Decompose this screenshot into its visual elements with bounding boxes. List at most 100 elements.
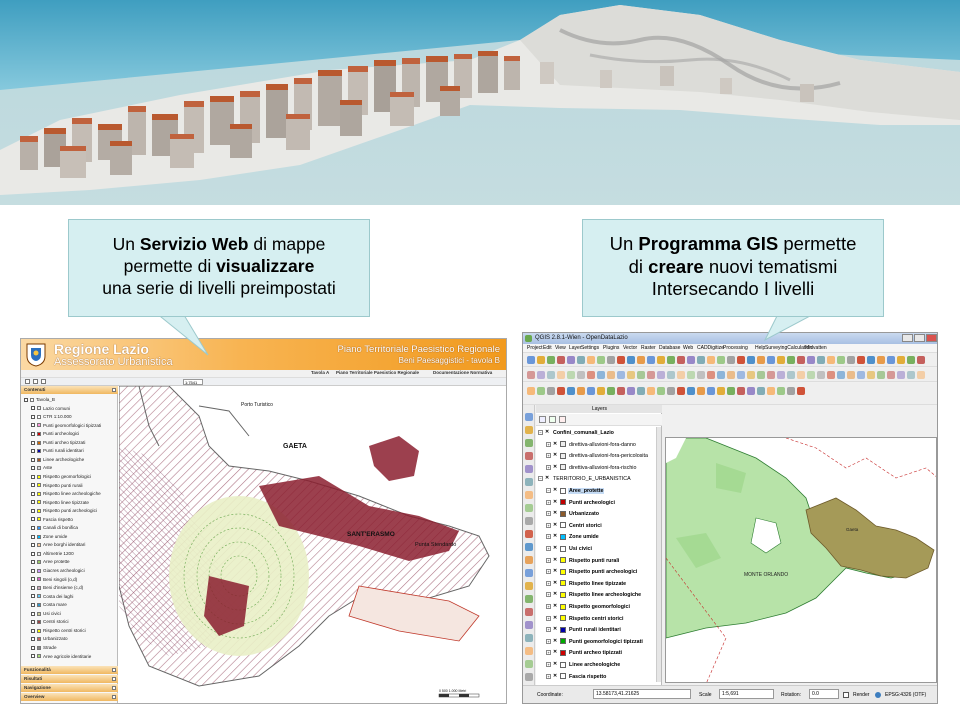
toolbar-tool-icon[interactable] xyxy=(587,387,595,395)
toolbar-tool-icon[interactable] xyxy=(847,371,855,379)
toolbar-tool-icon[interactable] xyxy=(717,387,725,395)
toolbar-tool-icon[interactable] xyxy=(777,356,785,364)
toolbar-tool-icon[interactable] xyxy=(637,371,645,379)
toolbar-tool-icon[interactable] xyxy=(537,356,545,364)
left-tool-icon[interactable] xyxy=(525,647,533,655)
panel-risultati[interactable]: Risultati xyxy=(21,675,118,683)
toolbar-tool-icon[interactable] xyxy=(797,371,805,379)
layer-item[interactable]: Rispetto linee tipizzate xyxy=(31,499,89,506)
toolbar-tool-icon[interactable] xyxy=(627,387,635,395)
toolbar-tool-icon[interactable] xyxy=(607,387,615,395)
qgis-layer-item[interactable]: + ✕ Zone umide xyxy=(546,533,600,542)
layer-visibility-checkbox[interactable]: ✕ xyxy=(553,522,558,528)
contents-panel-header[interactable]: Contenuti xyxy=(21,386,118,394)
toolbar-tool-icon[interactable] xyxy=(597,371,605,379)
zoom-out-icon[interactable] xyxy=(33,379,38,384)
toolbar-tool-icon[interactable] xyxy=(547,371,555,379)
toolbar-tool-icon[interactable] xyxy=(647,387,655,395)
layer-checkbox[interactable] xyxy=(31,508,35,513)
left-tool-icon[interactable] xyxy=(525,478,533,486)
left-tool-icon[interactable] xyxy=(525,634,533,642)
panel-funzionalita[interactable]: Funzionalità xyxy=(21,666,118,674)
toolbar-tool-icon[interactable] xyxy=(607,356,615,364)
menu-layer[interactable]: Layer xyxy=(569,345,582,351)
toolbar-tool-icon[interactable] xyxy=(897,371,905,379)
zoom-in-icon[interactable] xyxy=(25,379,30,384)
qgis-layer-item[interactable]: + ✕ Rispetto punti archeologici xyxy=(546,568,638,577)
qgis-layer-item[interactable]: + ✕ Rispetto centri storici xyxy=(546,615,624,624)
layer-checkbox[interactable] xyxy=(31,577,35,582)
layer-visibility-checkbox[interactable]: ✕ xyxy=(553,488,558,493)
layer-checkbox[interactable] xyxy=(31,414,35,419)
left-tool-icon[interactable] xyxy=(525,426,533,434)
panel-expand-icon[interactable] xyxy=(112,686,116,690)
toolbar-tool-icon[interactable] xyxy=(587,371,595,379)
menu-caddigitize[interactable]: CADDigitize xyxy=(697,345,724,351)
layer-item[interactable]: Urbanizzato xyxy=(31,635,68,642)
left-tool-icon[interactable] xyxy=(525,517,533,525)
layer-checkbox[interactable] xyxy=(31,645,35,650)
toolbar-tool-icon[interactable] xyxy=(537,387,545,395)
toolbar-tool-icon[interactable] xyxy=(627,356,635,364)
left-tool-icon[interactable] xyxy=(525,595,533,603)
layer-checkbox[interactable] xyxy=(31,551,35,556)
expand-toggle-icon[interactable]: + xyxy=(546,464,551,470)
layer-item[interactable]: Punti archeo tipizzati xyxy=(31,439,85,446)
qgis-layer-item[interactable]: + ✕ Rispetto linee tipizzate xyxy=(546,580,627,589)
toolbar-tool-icon[interactable] xyxy=(847,356,855,364)
toolbar-tool-icon[interactable] xyxy=(557,371,565,379)
expand-toggle-icon[interactable]: + xyxy=(546,662,551,668)
toolbar-tool-icon[interactable] xyxy=(667,371,675,379)
layer-item[interactable]: Beni singoli (o,d) xyxy=(31,576,77,583)
close-icon[interactable] xyxy=(926,334,937,342)
layer-visibility-checkbox[interactable]: ✕ xyxy=(553,615,558,621)
toolbar-tool-icon[interactable] xyxy=(907,371,915,379)
layer-visibility-checkbox[interactable]: ✕ xyxy=(553,662,558,667)
layer-checkbox[interactable] xyxy=(31,602,35,607)
toolbar-tool-icon[interactable] xyxy=(727,356,735,364)
toolbar-tool-icon[interactable] xyxy=(627,371,635,379)
toolbar-tool-icon[interactable] xyxy=(527,387,535,395)
left-tool-icon[interactable] xyxy=(525,543,533,551)
toolbar-tool-icon[interactable] xyxy=(527,356,535,364)
crs-icon[interactable] xyxy=(875,692,881,698)
crs-label[interactable]: EPSG:4326 (OTF) xyxy=(885,692,926,698)
toolbar-tool-icon[interactable] xyxy=(617,356,625,364)
menu-help[interactable]: Help xyxy=(755,345,765,351)
layer-checkbox[interactable] xyxy=(31,517,35,522)
layer-visibility-checkbox[interactable]: ✕ xyxy=(553,580,558,586)
layer-item[interactable]: Aste xyxy=(31,464,52,471)
expand-toggle-icon[interactable]: + xyxy=(546,615,551,621)
menu-midvatten[interactable]: Midvatten xyxy=(805,345,827,351)
toolbar-tool-icon[interactable] xyxy=(617,371,625,379)
toolbar-tool-icon[interactable] xyxy=(707,356,715,364)
toolbar-tool-icon[interactable] xyxy=(827,371,835,379)
expand-toggle-icon[interactable]: + xyxy=(546,546,551,552)
toolbar-tool-icon[interactable] xyxy=(757,356,765,364)
layer-visibility-checkbox[interactable]: ✕ xyxy=(553,673,558,679)
layer-checkbox[interactable] xyxy=(31,466,35,471)
toolbar-tool-icon[interactable] xyxy=(597,356,605,364)
toolbar-tool-icon[interactable] xyxy=(767,371,775,379)
toolbar-tool-icon[interactable] xyxy=(717,371,725,379)
toolbar-tool-icon[interactable] xyxy=(867,356,875,364)
expand-toggle-icon[interactable]: − xyxy=(538,430,543,436)
menu-raster[interactable]: Raster xyxy=(641,345,656,351)
layer-checkbox[interactable] xyxy=(31,628,35,633)
layer-item[interactable]: Rispetto linee archeologiche xyxy=(31,490,101,497)
layer-checkbox[interactable] xyxy=(31,594,35,599)
layer-checkbox[interactable] xyxy=(31,440,35,445)
toolbar-tool-icon[interactable] xyxy=(907,356,915,364)
qgis-layer-item[interactable]: + ✕ Fascia rispetto xyxy=(546,673,607,682)
toolbar-tool-icon[interactable] xyxy=(777,387,785,395)
left-tool-icon[interactable] xyxy=(525,465,533,473)
left-tool-icon[interactable] xyxy=(525,582,533,590)
minimize-icon[interactable] xyxy=(902,334,913,342)
toolbar-tool-icon[interactable] xyxy=(647,356,655,364)
expand-toggle-icon[interactable]: + xyxy=(546,499,551,505)
expand-toggle-icon[interactable]: + xyxy=(546,580,551,586)
menu-edit[interactable]: Edit xyxy=(543,345,552,351)
left-tool-icon[interactable] xyxy=(525,452,533,460)
layer-visibility-checkbox[interactable]: ✕ xyxy=(545,476,550,481)
toolbar-tool-icon[interactable] xyxy=(697,371,705,379)
